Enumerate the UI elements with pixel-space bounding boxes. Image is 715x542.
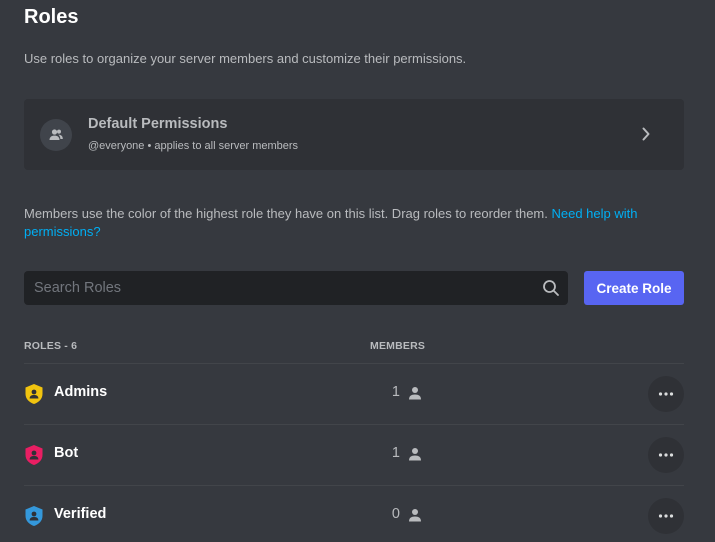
person-icon <box>409 448 421 461</box>
more-icon <box>658 514 674 518</box>
member-count: 1 <box>391 384 400 400</box>
roles-settings-page: Roles Use roles to organize your server … <box>0 0 715 542</box>
default-permissions-subtitle: @everyone • applies to all server member… <box>88 140 299 152</box>
search-input[interactable] <box>24 271 524 305</box>
role-row-admins[interactable]: Admins 1 <box>24 363 684 424</box>
shield-icon <box>25 506 43 526</box>
default-permissions-card[interactable]: Default Permissions @everyone • applies … <box>24 99 684 170</box>
members-icon <box>40 119 72 151</box>
search-box <box>24 271 568 305</box>
create-role-button[interactable]: Create Role <box>584 271 684 305</box>
person-icon <box>409 387 421 400</box>
search-icon[interactable] <box>542 279 560 297</box>
shield-icon <box>25 445 43 465</box>
help-description: Members use the color of the highest rol… <box>24 206 552 221</box>
more-options-button[interactable] <box>648 498 684 534</box>
page-title: Roles <box>24 6 79 28</box>
role-row-bot[interactable]: Bot 1 <box>24 424 684 485</box>
chevron-right-icon <box>642 127 650 141</box>
more-icon <box>658 392 674 396</box>
members-column-header: MEMBERS <box>370 340 426 352</box>
role-row-verified[interactable]: Verified 0 <box>24 485 684 542</box>
more-icon <box>658 453 674 457</box>
page-subtitle: Use roles to organize your server member… <box>24 51 467 66</box>
person-icon <box>409 509 421 522</box>
roles-column-header: ROLES - 6 <box>24 340 78 352</box>
more-options-button[interactable] <box>648 376 684 412</box>
help-text: Members use the color of the highest rol… <box>24 205 664 241</box>
role-name: Bot <box>54 445 79 461</box>
member-count: 0 <box>391 506 400 522</box>
shield-icon <box>25 384 43 404</box>
role-name: Verified <box>54 506 107 522</box>
default-permissions-title: Default Permissions <box>88 116 228 132</box>
role-name: Admins <box>54 384 108 400</box>
member-count: 1 <box>391 445 400 461</box>
more-options-button[interactable] <box>648 437 684 473</box>
